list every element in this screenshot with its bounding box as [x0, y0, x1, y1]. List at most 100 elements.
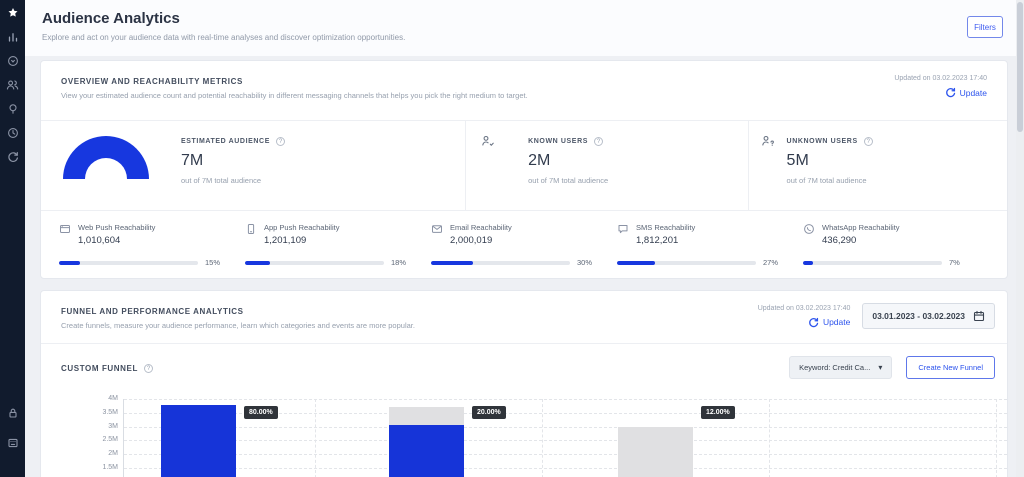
topbar: Audience Analytics Explore and act on yo… — [25, 0, 1016, 56]
metric-estimated-audience: ESTIMATED AUDIENCE ? 7M out of 7M total … — [41, 121, 465, 211]
conversion-badge: 12.00% — [701, 406, 735, 419]
scrollbar-thumb[interactable] — [1017, 2, 1023, 132]
metric-label: UNKNOWN USERS — [787, 138, 858, 145]
custom-funnel-title: CUSTOM FUNNEL — [61, 364, 138, 373]
apps-grid-icon[interactable] — [6, 436, 19, 449]
help-icon[interactable]: ? — [864, 137, 873, 146]
sync-icon[interactable] — [6, 150, 19, 163]
reachability-whatsapp: WhatsApp Reachability 436,290 7% — [803, 223, 989, 280]
funnel-updated-box: Updated on 03.02.2023 17:40 Update — [758, 305, 851, 328]
progress-track — [803, 261, 942, 265]
gridline-vertical — [542, 399, 543, 477]
metric-value: 7M — [181, 152, 285, 170]
channel-value: 1,812,201 — [636, 235, 695, 246]
funnel-bar-reached[interactable] — [161, 405, 236, 477]
overview-card: OVERVIEW AND REACHABILITY METRICS View y… — [40, 60, 1008, 279]
calendar-icon — [973, 310, 985, 322]
progress-fill — [59, 261, 80, 265]
progress-percent: 7% — [949, 258, 967, 267]
sidebar-nav — [6, 0, 19, 163]
lock-icon[interactable] — [6, 406, 19, 419]
progress-track — [245, 261, 384, 265]
channel-label: Email Reachability — [450, 223, 512, 232]
channel-value: 1,201,109 — [264, 235, 339, 246]
metric-label: KNOWN USERS — [528, 138, 588, 145]
channel-label: SMS Reachability — [636, 223, 695, 232]
conversion-badge: 80.00% — [244, 406, 278, 419]
metric-value: 2M — [528, 152, 608, 170]
reachability-web-push: Web Push Reachability 1,010,604 15% — [59, 223, 245, 280]
user-check-icon — [481, 135, 495, 147]
create-new-funnel-button[interactable]: Create New Funnel — [906, 356, 995, 379]
funnel-chart-plot: 80.00%20.00%12.00% — [123, 399, 1007, 477]
custom-funnel-toolbar: CUSTOM FUNNEL ? Keyword: Credit Ca... ▾ … — [41, 343, 1007, 391]
progress-percent: 30% — [577, 258, 595, 267]
progress-track — [59, 261, 198, 265]
reachability-row: Web Push Reachability 1,010,604 15% App … — [41, 211, 1007, 280]
sidebar — [0, 0, 25, 477]
reachability-sms: SMS Reachability 1,812,201 27% — [617, 223, 803, 280]
progress-fill — [245, 261, 270, 265]
y-tick-label: 4M — [73, 395, 118, 402]
channel-label: WhatsApp Reachability — [822, 223, 900, 232]
page-subtitle: Explore and act on your audience data wi… — [42, 33, 405, 42]
funnel-card-header: FUNNEL AND PERFORMANCE ANALYTICS Create … — [61, 307, 415, 330]
funnel-update-button[interactable]: Update — [758, 317, 851, 328]
overview-update-button[interactable]: Update — [894, 87, 987, 98]
overview-card-header: OVERVIEW AND REACHABILITY METRICS View y… — [61, 77, 528, 100]
star-icon[interactable] — [6, 6, 19, 19]
keyword-dropdown-value: Keyword: Credit Ca... — [799, 363, 870, 372]
progress-track — [431, 261, 570, 265]
target-icon[interactable] — [6, 54, 19, 67]
idea-pin-icon[interactable] — [6, 102, 19, 115]
overview-card-title: OVERVIEW AND REACHABILITY METRICS — [61, 77, 528, 86]
refresh-icon — [808, 317, 819, 328]
help-icon[interactable]: ? — [276, 137, 285, 146]
history-clock-icon[interactable] — [6, 126, 19, 139]
progress-fill — [617, 261, 655, 265]
metric-value: 5M — [787, 152, 873, 170]
gridline-vertical — [996, 399, 997, 477]
y-tick-label: 3M — [73, 423, 118, 430]
email-icon — [431, 223, 443, 246]
web-push-icon — [59, 223, 71, 246]
reachability-email: Email Reachability 2,000,019 30% — [431, 223, 617, 280]
help-icon[interactable]: ? — [594, 137, 603, 146]
date-range-picker[interactable]: 03.01.2023 - 03.02.2023 — [862, 303, 995, 329]
app-push-icon — [245, 223, 257, 246]
help-icon[interactable]: ? — [144, 364, 153, 373]
channel-value: 1,010,604 — [78, 235, 155, 246]
funnel-card-title: FUNNEL AND PERFORMANCE ANALYTICS — [61, 307, 415, 316]
overview-updated-box: Updated on 03.02.2023 17:40 Update — [894, 75, 987, 98]
y-tick-label: 2.5M — [73, 436, 118, 443]
reachability-app-push: App Push Reachability 1,201,109 18% — [245, 223, 431, 280]
filters-button[interactable]: Filters — [967, 16, 1003, 38]
funnel-header-right: Updated on 03.02.2023 17:40 Update 03.01… — [758, 303, 995, 329]
sms-icon — [617, 223, 629, 246]
metrics-row: ESTIMATED AUDIENCE ? 7M out of 7M total … — [41, 121, 1007, 211]
gridline-vertical — [769, 399, 770, 477]
refresh-icon — [945, 87, 956, 98]
overview-updated-text: Updated on 03.02.2023 17:40 — [894, 75, 987, 82]
gridline — [124, 440, 1007, 441]
metric-caption: out of 7M total audience — [528, 176, 608, 185]
y-tick-label: 1.5M — [73, 464, 118, 471]
audience-analytics-page: { "header": { "title": "Audience Analyti… — [0, 0, 1024, 477]
funnel-bar-reached[interactable] — [389, 425, 464, 477]
metric-label: ESTIMATED AUDIENCE — [181, 138, 270, 145]
gridline — [124, 427, 1007, 428]
funnel-card: FUNNEL AND PERFORMANCE ANALYTICS Create … — [40, 290, 1008, 477]
progress-percent: 15% — [205, 258, 223, 267]
y-tick-label: 3.5M — [73, 409, 118, 416]
metric-unknown-users: UNKNOWN USERS ? 5M out of 7M total audie… — [748, 121, 1007, 211]
keyword-dropdown[interactable]: Keyword: Credit Ca... ▾ — [789, 356, 892, 379]
progress-fill — [803, 261, 813, 265]
sidebar-bottom — [6, 406, 19, 477]
funnel-bar-total[interactable] — [618, 427, 693, 477]
funnel-updated-text: Updated on 03.02.2023 17:40 — [758, 305, 851, 312]
y-tick-label: 2M — [73, 450, 118, 457]
date-range-value: 03.01.2023 - 03.02.2023 — [872, 311, 965, 321]
bar-chart-icon[interactable] — [6, 30, 19, 43]
chevron-down-icon: ▾ — [878, 363, 882, 372]
users-icon[interactable] — [6, 78, 19, 91]
